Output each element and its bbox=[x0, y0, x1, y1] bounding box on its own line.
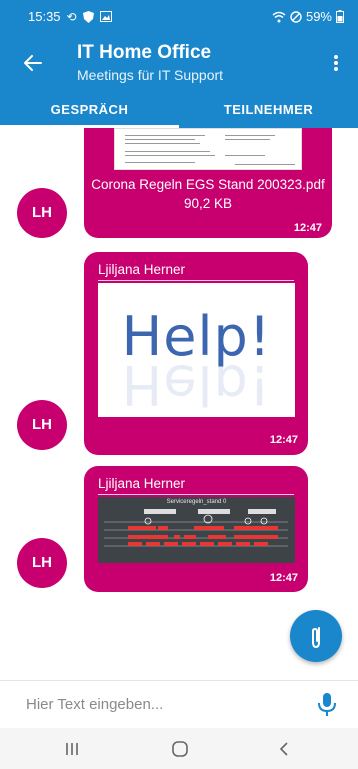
message-time: 12:47 bbox=[269, 572, 298, 584]
recent-apps-button[interactable] bbox=[52, 736, 92, 762]
pdf-thumbnail[interactable] bbox=[114, 128, 302, 170]
attach-button[interactable] bbox=[290, 610, 342, 662]
app-bar: IT Home Office Meetings für IT Support bbox=[0, 34, 358, 92]
conversation-title: IT Home Office bbox=[77, 42, 212, 63]
chevron-left-icon bbox=[279, 742, 288, 756]
help-image[interactable]: Help! Help! bbox=[98, 283, 295, 417]
sender-name: Ljiljana Herner bbox=[98, 262, 186, 277]
image-message-bubble[interactable]: Ljiljana Herner Serviceregeln_stand 0 12… bbox=[84, 466, 308, 592]
top-bar: 15:35 ⟲ 59% IT Home Office Meetings für … bbox=[0, 0, 358, 128]
do-not-disturb-icon bbox=[290, 10, 302, 23]
schedule-image-graphic bbox=[104, 509, 288, 547]
message-time: 12:47 bbox=[293, 222, 322, 234]
conversation-header[interactable]: IT Home Office Meetings für IT Support bbox=[77, 42, 223, 84]
recent-apps-icon bbox=[66, 743, 78, 755]
file-size: 90,2 KB bbox=[183, 196, 233, 211]
battery-icon bbox=[336, 10, 344, 23]
tab-bar: GESPRÄCH TEILNEHMER bbox=[0, 92, 358, 128]
more-options-button[interactable] bbox=[324, 48, 348, 78]
shield-icon bbox=[82, 10, 94, 23]
composer bbox=[0, 680, 358, 728]
system-navigation-bar bbox=[0, 728, 358, 769]
avatar[interactable]: LH bbox=[17, 188, 67, 238]
battery-level: 59% bbox=[305, 9, 332, 24]
sync-icon: ⟲ bbox=[66, 9, 77, 24]
conversation-subtitle: Meetings für IT Support bbox=[77, 67, 224, 83]
home-icon bbox=[172, 741, 188, 757]
message-input[interactable] bbox=[0, 681, 300, 728]
status-bar: 15:35 ⟲ 59% bbox=[0, 0, 358, 34]
back-button[interactable] bbox=[18, 48, 48, 78]
message-list[interactable]: LH Corona Regeln EGS Stand 200323.pdf 90… bbox=[0, 128, 358, 680]
file-message-bubble[interactable]: Corona Regeln EGS Stand 200323.pdf 90,2 … bbox=[84, 128, 332, 238]
avatar[interactable]: LH bbox=[17, 400, 67, 450]
help-image-text: Help! bbox=[121, 305, 272, 368]
wifi-icon bbox=[272, 11, 286, 22]
microphone-icon bbox=[318, 693, 336, 716]
gallery-icon bbox=[99, 11, 112, 22]
sender-name: Ljiljana Herner bbox=[98, 476, 186, 491]
system-back-button[interactable] bbox=[264, 736, 304, 762]
microphone-button[interactable] bbox=[314, 691, 340, 719]
message-time: 12:47 bbox=[269, 434, 298, 446]
tab-teilnehmer[interactable]: TEILNEHMER bbox=[179, 92, 358, 128]
status-time: 15:35 bbox=[28, 9, 61, 24]
back-arrow-icon bbox=[24, 55, 42, 71]
home-button[interactable] bbox=[160, 736, 200, 762]
avatar[interactable]: LH bbox=[17, 538, 67, 588]
sender-divider bbox=[98, 280, 294, 281]
more-vert-icon bbox=[334, 55, 338, 71]
image-message-bubble[interactable]: Ljiljana Herner Help! Help! 12:47 bbox=[84, 252, 308, 455]
file-name: Corona Regeln EGS Stand 200323.pdf bbox=[91, 177, 325, 192]
paperclip-icon bbox=[312, 627, 320, 649]
tab-gespraech[interactable]: GESPRÄCH bbox=[0, 92, 179, 128]
schedule-image[interactable]: Serviceregeln_stand 0 bbox=[98, 497, 295, 563]
sender-divider bbox=[98, 494, 294, 495]
